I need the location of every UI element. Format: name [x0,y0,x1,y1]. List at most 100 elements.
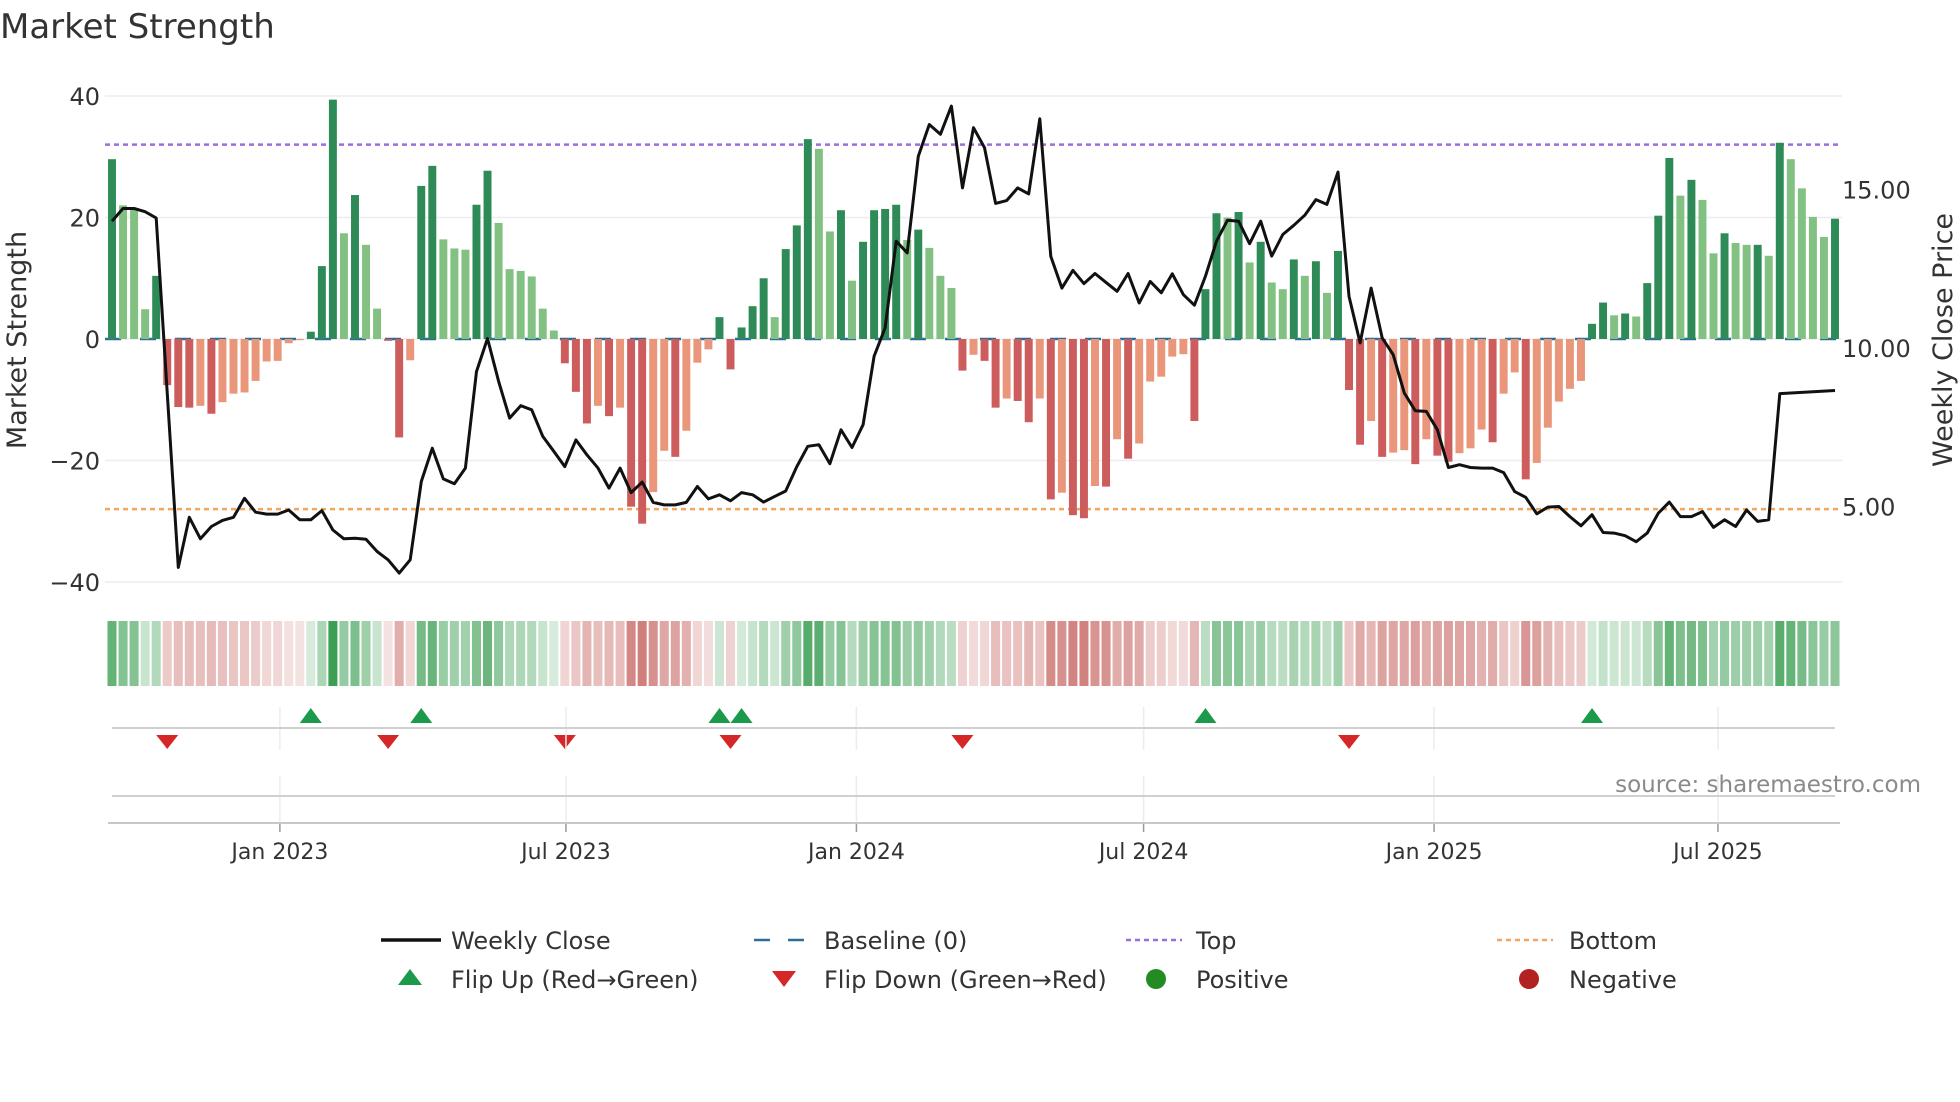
strip-cell [284,621,294,686]
strength-bar [251,339,260,381]
strip-cell [1123,621,1133,686]
x-tick-label: Jan 2024 [806,840,905,865]
legend-label: Top [1195,927,1237,955]
strip-cell [162,621,172,686]
strip-cell [1388,621,1398,686]
strength-bar [1797,188,1806,339]
strength-bar [825,231,834,339]
strip-cell [968,621,979,686]
strip-cell [1477,621,1487,686]
strip-cell [637,621,647,686]
strip-cell [1598,621,1608,686]
strip-cell [1366,621,1376,686]
strength-bar [373,308,382,339]
strength-bar [616,339,625,408]
strip-cell [1156,621,1166,686]
strip-cell [1289,621,1299,686]
strength-bar [483,170,492,339]
strip-cell [792,621,802,686]
strength-bar [1808,216,1817,339]
strip-cell [1808,621,1818,686]
strip-cell [295,621,305,686]
strength-bar [328,99,337,340]
strength-bar [1190,339,1199,422]
strength-bar [527,276,536,339]
strip-cell [913,621,923,686]
strip-cell [1079,621,1089,686]
strip-cell [228,621,239,686]
strength-bar [671,339,680,457]
legend-label: Bottom [1569,927,1657,955]
strength-bar [693,339,702,363]
strength-bar [185,339,194,408]
strength-bar [627,339,636,507]
strength-bar [593,339,602,406]
legend-label: Negative [1569,966,1677,994]
flip-up-marker [708,708,731,723]
strength-bar [1742,244,1751,339]
strength-bar [925,247,934,339]
legend-flip-up-icon [398,969,422,985]
strength-bar [1378,339,1387,457]
x-tick-label: Jul 2025 [1671,840,1763,865]
x-tick-label: Jul 2024 [1097,840,1189,865]
strength-bar [1168,339,1177,357]
strip-cell [814,621,824,686]
strip-cell [1554,621,1564,686]
strength-bar [1786,159,1795,339]
strength-bar [1687,179,1696,339]
strip-cell [659,621,669,686]
strip-cell [670,621,680,686]
flip-down-marker [719,735,742,749]
strip-cell [483,621,493,686]
strip-cell [107,621,117,686]
strength-bar [1543,339,1552,428]
strength-bar [1234,212,1243,339]
strip-cell [527,621,537,686]
strip-cell [991,621,1001,686]
strip-cell [1443,621,1453,686]
strength-bar [1753,244,1762,339]
legend-label: Baseline (0) [824,927,967,955]
strip-cell [1587,621,1597,686]
legend-label: Flip Down (Green→Red) [824,966,1107,994]
flip-down-marker [951,735,974,749]
strip-cell [1256,621,1266,686]
flip-down-marker [156,735,179,749]
strip-cell [1565,621,1575,686]
strip-cell [825,621,835,686]
strength-bar [516,270,525,339]
strength-bar [1477,339,1486,430]
strip-cell [1178,621,1188,686]
strength-bar [229,339,238,394]
strip-cell [1333,621,1343,686]
strip-cell [1609,621,1619,686]
strength-bar [759,278,768,339]
flip-down-marker [377,735,400,749]
strip-cell [494,621,504,686]
y-tick-label: −20 [49,448,100,476]
strength-bar [1565,339,1574,389]
strip-cell [1399,621,1409,686]
strength-bar [1731,243,1740,339]
strength-bar [1510,339,1519,373]
strength-bar [1643,283,1652,339]
strip-cell [1344,621,1354,686]
flip-down-marker [553,735,576,749]
strip-cell [1576,621,1586,686]
strength-bar [1124,339,1133,459]
strip-cell [471,621,482,686]
strength-bar [417,185,426,339]
strength-bar [870,210,879,339]
strength-bar [207,339,216,414]
strip-cell [803,621,813,686]
y-tick-label: 20 [69,205,100,233]
strip-cell [1278,621,1288,686]
strength-bar [119,205,128,339]
legend-label: Flip Up (Red→Green) [451,966,699,994]
strip-cell [1090,621,1100,686]
strength-bar [351,195,359,339]
strip-cell [1245,621,1255,686]
strength-bar [1102,339,1111,487]
strength-bar [130,209,139,339]
